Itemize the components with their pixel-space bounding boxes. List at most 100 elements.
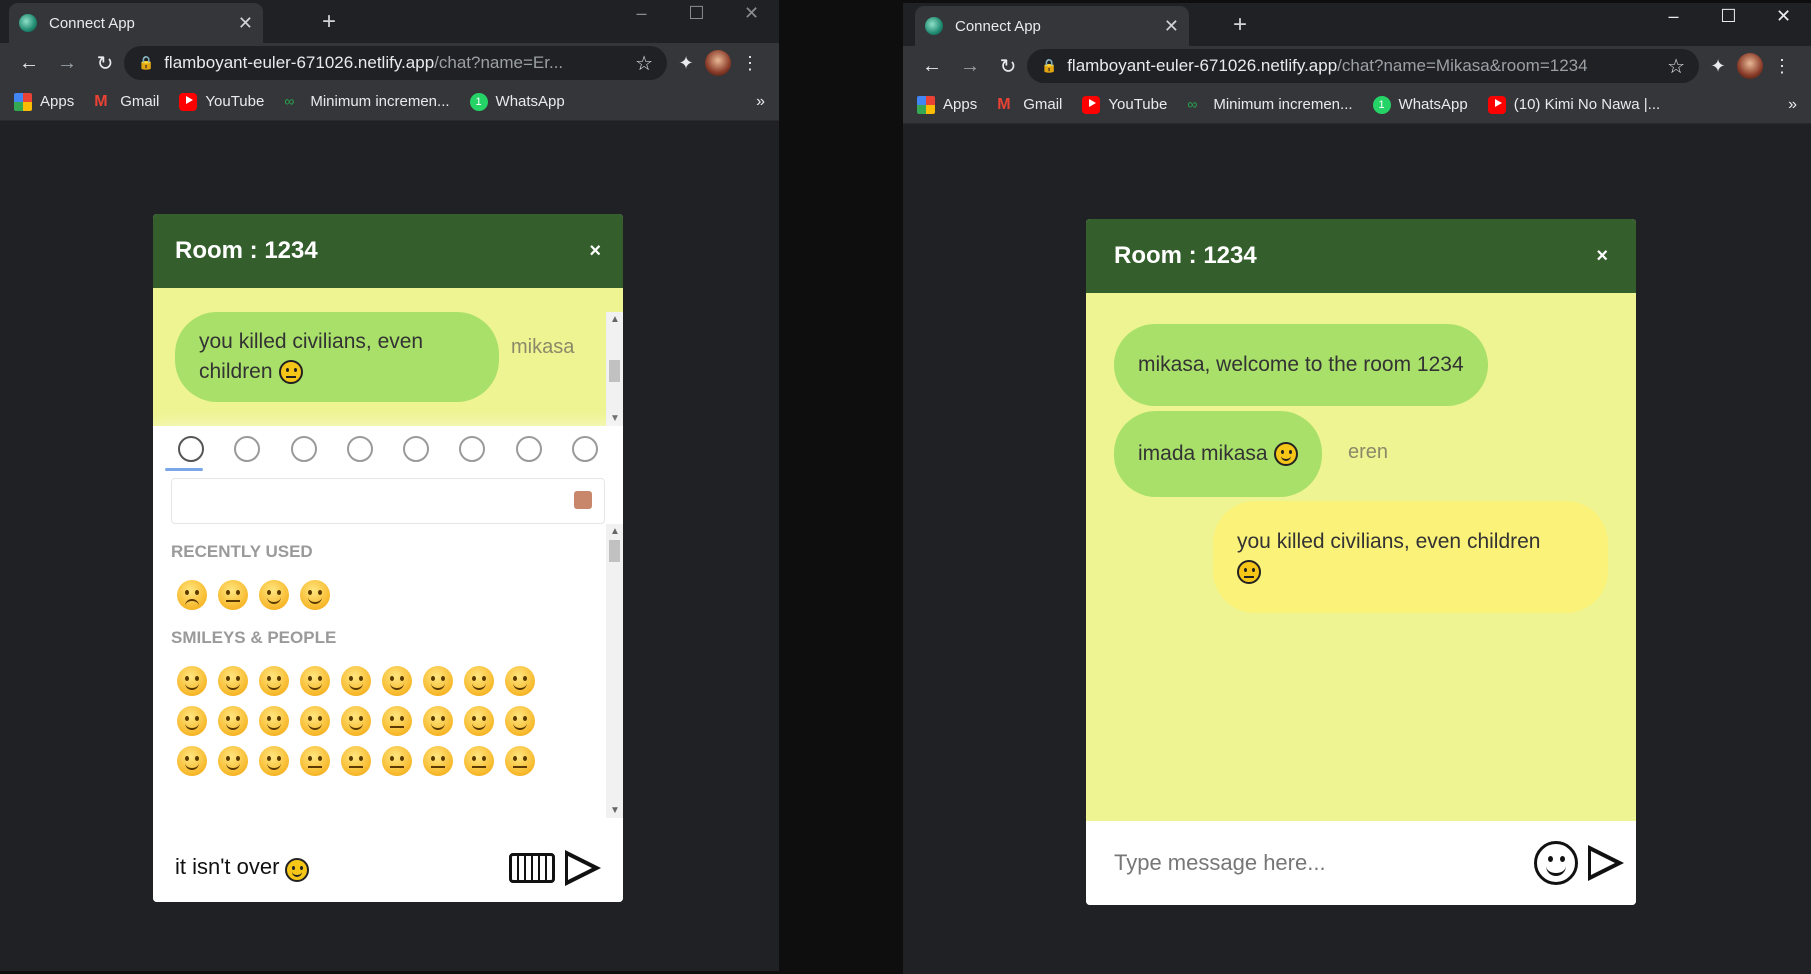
maximize-button[interactable]: ☐ [1701, 3, 1756, 31]
emoji-star-struck[interactable] [259, 746, 289, 776]
scroll-thumb[interactable] [609, 360, 620, 382]
emoji-smile[interactable] [382, 666, 412, 696]
send-icon[interactable] [565, 850, 601, 886]
profile-avatar[interactable] [1737, 53, 1763, 79]
emoji-rofl[interactable] [300, 580, 330, 610]
emoji-scrollbar[interactable]: ▲ ▼ [606, 524, 623, 818]
symbols-category-icon[interactable] [515, 436, 542, 462]
menu-icon[interactable]: ⋮ [731, 53, 769, 74]
emoji-kissing-smiling[interactable] [423, 706, 453, 736]
emoji-expressionless[interactable] [423, 746, 453, 776]
bookmark-kimi-no-nawa[interactable]: (10) Kimi No Nawa |... [1487, 95, 1660, 114]
bookmark-minimum[interactable]: ∞ Minimum incremen... [284, 93, 449, 111]
close-chat-button[interactable]: × [589, 240, 601, 263]
bookmark-apps[interactable]: Apps [917, 95, 977, 114]
minimize-button[interactable]: – [614, 0, 669, 28]
emoji-laughing[interactable] [464, 666, 494, 696]
messages-area[interactable]: you killed civilians, even children mika… [153, 288, 623, 426]
activity-category-icon[interactable] [346, 436, 373, 462]
send-icon[interactable] [1588, 845, 1624, 881]
emoji-sweat-smile[interactable] [423, 666, 453, 696]
emoji-smiley[interactable] [341, 666, 371, 696]
emoji-hugging[interactable] [218, 746, 248, 776]
emoji-relaxed[interactable] [505, 706, 535, 736]
menu-icon[interactable]: ⋮ [1763, 56, 1801, 77]
emoji-joy[interactable] [259, 666, 289, 696]
objects-category-icon[interactable] [459, 436, 486, 462]
browser-tab[interactable]: Connect App ✕ [915, 6, 1189, 46]
bookmark-whatsapp[interactable]: 1 WhatsApp [469, 92, 565, 111]
new-tab-button[interactable]: + [322, 8, 336, 36]
tab-close-icon[interactable]: ✕ [1164, 16, 1179, 37]
extensions-icon[interactable]: ✦ [1699, 56, 1737, 77]
bookmark-youtube[interactable]: YouTube [179, 92, 264, 111]
emoji-rolling-eyes[interactable] [505, 746, 535, 776]
messages-scrollbar[interactable]: ▲ ▼ [606, 312, 623, 426]
bookmark-star-icon[interactable]: ☆ [1667, 54, 1685, 79]
scroll-down-arrow[interactable]: ▼ [610, 413, 620, 424]
emoji-wink[interactable] [505, 666, 535, 696]
emoji-neutral[interactable] [218, 580, 248, 610]
scroll-thumb[interactable] [609, 540, 620, 562]
travel-category-icon[interactable] [571, 436, 598, 462]
emoji-no-mouth[interactable] [464, 746, 494, 776]
messages-area[interactable]: mikasa, welcome to the room 1234 imada m… [1086, 293, 1636, 821]
emoji-yum[interactable] [218, 706, 248, 736]
new-tab-button[interactable]: + [1233, 11, 1247, 39]
emoji-slightly-smiling[interactable] [259, 580, 289, 610]
emoji-heart-eyes[interactable] [300, 706, 330, 736]
message-input[interactable]: Type message here... [1114, 850, 1326, 876]
bookmarks-overflow-button[interactable]: » [756, 93, 765, 111]
people-category-icon[interactable] [178, 436, 205, 462]
extensions-icon[interactable]: ✦ [667, 53, 705, 74]
nature-category-icon[interactable] [234, 436, 261, 462]
close-window-button[interactable]: ✕ [724, 0, 779, 28]
scroll-up-arrow[interactable]: ▲ [610, 314, 620, 325]
close-window-button[interactable]: ✕ [1756, 3, 1811, 31]
bookmark-apps[interactable]: Apps [14, 92, 74, 111]
emoji-kissing-heart[interactable] [341, 706, 371, 736]
bookmarks-overflow-button[interactable]: » [1788, 96, 1797, 114]
emoji-neutral[interactable] [382, 746, 412, 776]
close-chat-button[interactable]: × [1596, 245, 1608, 268]
back-button[interactable]: ← [913, 55, 951, 78]
emoji-blush[interactable] [177, 706, 207, 736]
tab-close-icon[interactable]: ✕ [238, 13, 253, 34]
bookmark-star-icon[interactable]: ☆ [635, 51, 653, 76]
skin-tone-selector[interactable] [574, 491, 592, 509]
emoji-thinking[interactable] [300, 746, 330, 776]
emoji-raised-eyebrow[interactable] [341, 746, 371, 776]
bookmark-whatsapp[interactable]: 1 WhatsApp [1372, 95, 1468, 114]
back-button[interactable]: ← [10, 52, 48, 75]
message-input[interactable]: it isn't over [175, 854, 310, 882]
bookmark-minimum[interactable]: ∞ Minimum incremen... [1187, 96, 1352, 114]
emoji-picker-toggle-icon[interactable] [1534, 841, 1578, 885]
reload-button[interactable]: ↻ [86, 51, 124, 76]
maximize-button[interactable]: ☐ [669, 0, 724, 28]
forward-button[interactable]: → [951, 55, 989, 78]
emoji-grin[interactable] [218, 666, 248, 696]
emoji-grinning[interactable] [177, 666, 207, 696]
forward-button[interactable]: → [48, 52, 86, 75]
food-category-icon[interactable] [290, 436, 317, 462]
emoji-slightly-frowning[interactable] [177, 580, 207, 610]
emoji-search-input[interactable] [171, 478, 605, 524]
emoji-sunglasses[interactable] [259, 706, 289, 736]
bookmark-gmail[interactable]: M Gmail [94, 93, 159, 111]
keyboard-toggle-icon[interactable] [509, 853, 555, 883]
bookmark-youtube[interactable]: YouTube [1082, 95, 1167, 114]
emoji-slightly-smiling[interactable] [177, 746, 207, 776]
emoji-kissing[interactable] [382, 706, 412, 736]
address-bar[interactable]: 🔒 flamboyant-euler-671026.netlify.app/ch… [124, 46, 667, 80]
emoji-kissing-closed-eyes[interactable] [464, 706, 494, 736]
scroll-up-arrow[interactable]: ▲ [610, 526, 620, 537]
browser-tab[interactable]: Connect App ✕ [9, 3, 263, 43]
address-bar[interactable]: 🔒 flamboyant-euler-671026.netlify.app/ch… [1027, 49, 1699, 83]
reload-button[interactable]: ↻ [989, 54, 1027, 79]
profile-avatar[interactable] [705, 50, 731, 76]
sports-category-icon[interactable] [403, 436, 430, 462]
emoji-rofl[interactable] [300, 666, 330, 696]
scroll-down-arrow[interactable]: ▼ [610, 805, 620, 816]
bookmark-gmail[interactable]: M Gmail [997, 96, 1062, 114]
minimize-button[interactable]: – [1646, 3, 1701, 31]
